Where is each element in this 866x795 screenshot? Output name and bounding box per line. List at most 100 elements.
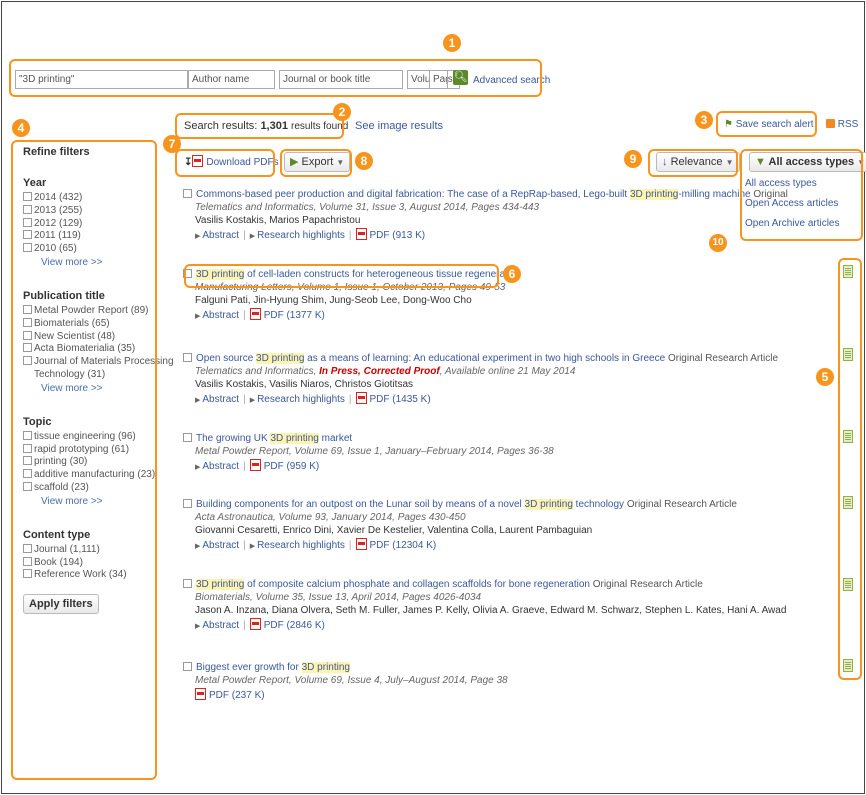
marker-5: 5 [816, 368, 834, 386]
callout-save-alert [716, 111, 817, 137]
abstract-label: Abstract [202, 394, 240, 405]
pdf-link[interactable]: PDF (959 K) [249, 459, 320, 472]
abstract-link[interactable]: ▶ Abstract [195, 461, 239, 472]
pdf-link[interactable]: PDF (1377 K) [249, 308, 325, 321]
callout-result-title [184, 264, 499, 288]
pdf-icon [249, 618, 261, 630]
pdf-icon [355, 228, 367, 240]
result-title[interactable]: 3D printing of composite calcium phospha… [183, 578, 786, 591]
separator: | [243, 540, 246, 551]
result-checkbox[interactable] [183, 499, 192, 508]
result-links: ▶ Abstract | PDF (2846 K) [183, 618, 786, 633]
abstract-link[interactable]: ▶ Abstract [195, 540, 239, 551]
marker-1: 1 [443, 34, 461, 52]
title-highlight: 3D printing [196, 579, 245, 590]
result-title[interactable]: Open source 3D printing as a means of le… [183, 352, 778, 365]
pdf-link[interactable]: PDF (913 K) [355, 228, 425, 241]
result-checkbox[interactable] [183, 579, 192, 588]
result-item: Biggest ever growth for 3D printing Metal… [183, 661, 508, 702]
abstract-link[interactable]: ▶ Abstract [195, 620, 239, 631]
result-checkbox[interactable] [183, 353, 192, 362]
abstract-link[interactable]: ▶ Abstract [195, 230, 239, 241]
pdf-label: PDF (12304 K) [369, 540, 437, 551]
result-item: Open source 3D printing as a means of le… [183, 352, 778, 407]
article-type: Original Research Article [665, 353, 779, 364]
see-image-results-link[interactable]: See image results [355, 120, 443, 132]
highlights-link[interactable]: ▶ Research highlights [250, 230, 345, 241]
pdf-link[interactable]: PDF (2846 K) [249, 618, 325, 631]
result-title[interactable]: Commons-based peer production and digita… [183, 188, 788, 201]
expand-triangle-icon: ▶ [195, 313, 201, 320]
rss-icon [826, 119, 835, 128]
abstract-label: Abstract [202, 230, 240, 241]
callout-download [175, 149, 275, 177]
expand-triangle-icon: ▶ [195, 623, 201, 630]
callout-filters [11, 140, 157, 780]
expand-triangle-icon: ▶ [195, 233, 201, 240]
separator: | [348, 230, 352, 241]
pdf-icon [355, 538, 367, 550]
title-text: Biggest ever growth for [196, 662, 302, 673]
marker-6: 6 [503, 265, 521, 283]
pdf-icon [355, 392, 367, 404]
pdf-link[interactable]: PDF (1435 K) [355, 392, 431, 405]
marker-8: 8 [355, 152, 373, 170]
article-type: Original Research Article [624, 499, 737, 510]
result-checkbox[interactable] [183, 189, 192, 198]
result-title[interactable]: Biggest ever growth for 3D printing [183, 661, 508, 674]
pdf-link[interactable]: PDF (237 K) [195, 688, 265, 701]
expand-triangle-icon: ▶ [195, 464, 201, 471]
source-text: Telematics and Informatics, [195, 366, 320, 377]
source-text: , Available online 21 May 2014 [439, 366, 576, 377]
highlights-link[interactable]: ▶ Research highlights [250, 394, 345, 405]
result-title[interactable]: The growing UK 3D printing market [183, 432, 554, 445]
result-source: Acta Astronautica, Volume 93, January 20… [183, 511, 737, 524]
expand-triangle-icon: ▶ [195, 397, 201, 404]
pdf-label: PDF (237 K) [209, 690, 265, 701]
result-item: 3D printing of composite calcium phospha… [183, 578, 786, 633]
result-source: Metal Powder Report, Volume 69, Issue 1,… [183, 445, 554, 458]
source-text: Biomaterials, Volume 35, Issue 13, April… [195, 592, 482, 603]
source-text: Metal Powder Report, Volume 69, Issue 4,… [195, 675, 508, 686]
rss-link[interactable]: RSS [826, 119, 858, 130]
highlights-link[interactable]: ▶ Research highlights [250, 540, 345, 551]
result-authors: Giovanni Cesaretti, Enrico Dini, Xavier … [195, 525, 593, 536]
separator: | [348, 394, 352, 405]
pdf-icon [249, 459, 261, 471]
abstract-label: Abstract [202, 620, 240, 631]
result-links: ▶ Abstract | ▶ Research highlights | PDF (913 … [183, 228, 788, 243]
callout-relevance [648, 149, 738, 177]
pdf-label: PDF (2846 K) [263, 620, 325, 631]
result-links: ▶ Abstract | PDF (1377 K) [183, 308, 521, 323]
result-checkbox[interactable] [183, 433, 192, 442]
title-text: technology [572, 499, 625, 510]
rss-label: RSS [837, 119, 859, 130]
expand-triangle-icon: ▶ [249, 397, 256, 404]
result-item: Building components for an outpost on th… [183, 498, 737, 553]
pdf-label: PDF (959 K) [263, 461, 320, 472]
title-text: Open source [196, 353, 257, 364]
result-checkbox[interactable] [183, 662, 192, 671]
separator: | [243, 230, 246, 241]
expand-triangle-icon: ▶ [249, 233, 256, 240]
abstract-link[interactable]: ▶ Abstract [195, 394, 239, 405]
result-title[interactable]: Building components for an outpost on th… [183, 498, 737, 511]
pdf-label: PDF (1377 K) [263, 310, 325, 321]
result-links: PDF (237 K) [183, 688, 508, 702]
marker-4: 4 [12, 119, 30, 137]
result-authors: Falguni Pati, Jin-Hyung Shim, Jung-Seob … [195, 295, 472, 306]
callout-results-count [175, 113, 344, 139]
marker-9: 9 [624, 150, 642, 168]
source-text: Metal Powder Report, Volume 69, Issue 1,… [195, 446, 554, 457]
separator: | [243, 461, 246, 472]
pdf-link[interactable]: PDF (12304 K) [355, 538, 437, 551]
result-authors: Jason A. Inzana, Diana Olvera, Seth M. F… [195, 605, 787, 616]
result-authors: Vasilis Kostakis, Marios Papachristou [195, 215, 361, 226]
abstract-link[interactable]: ▶ Abstract [195, 310, 239, 321]
separator: | [243, 620, 246, 631]
expand-triangle-icon: ▶ [249, 543, 256, 550]
callout-preview-icons [838, 258, 862, 680]
separator: | [243, 310, 246, 321]
marker-2: 2 [333, 103, 351, 121]
pdf-label: PDF (1435 K) [369, 394, 431, 405]
